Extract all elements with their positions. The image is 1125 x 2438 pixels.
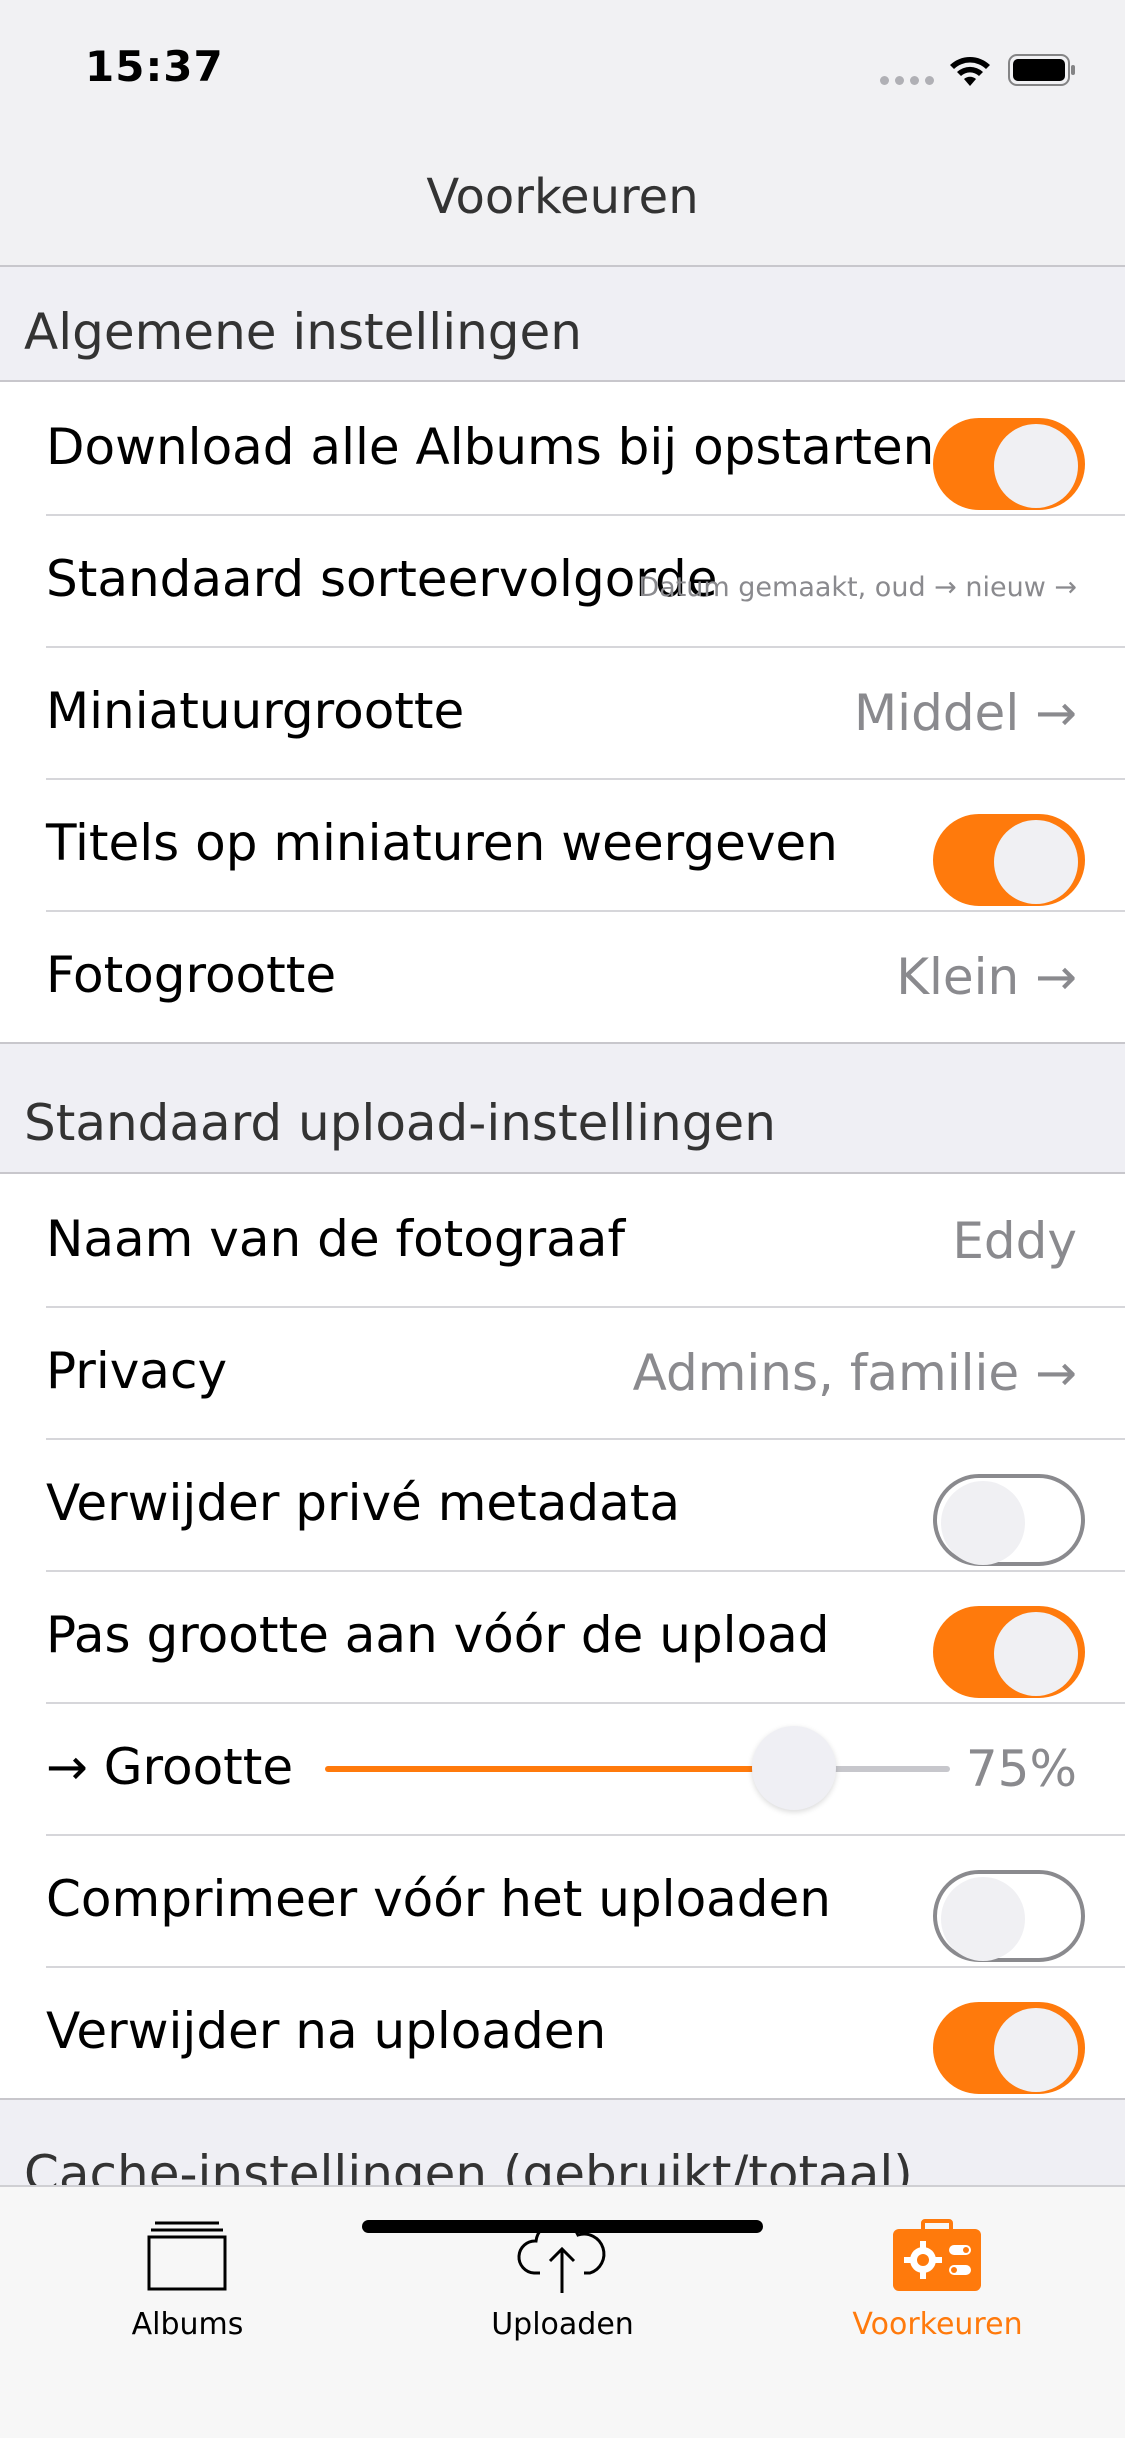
thumbnail-titles-toggle[interactable] bbox=[933, 814, 1085, 906]
setting-row-photo-size[interactable]: Fotogrootte Klein → bbox=[0, 910, 1125, 1042]
setting-label: Titels op miniaturen weergeven bbox=[46, 814, 838, 872]
setting-row-photographer-name[interactable]: Naam van de fotograaf Eddy bbox=[0, 1174, 1125, 1306]
setting-label: Naam van de fotograaf bbox=[46, 1210, 626, 1268]
setting-row-resize-amount: → Grootte 75% bbox=[0, 1702, 1125, 1834]
setting-row-thumbnail-titles[interactable]: Titels op miniaturen weergeven bbox=[0, 778, 1125, 910]
setting-label: Verwijder privé metadata bbox=[46, 1474, 681, 1532]
setting-label: Verwijder na uploaden bbox=[46, 2002, 607, 2060]
wifi-icon bbox=[950, 57, 990, 86]
download-albums-toggle[interactable] bbox=[933, 418, 1085, 510]
setting-label: Pas grootte aan vóór de upload bbox=[46, 1606, 830, 1664]
setting-row-resize-before-upload[interactable]: Pas grootte aan vóór de upload bbox=[0, 1570, 1125, 1702]
section-header-general: Algemene instellingen bbox=[24, 303, 582, 361]
setting-label: Standaard sorteervolgorde bbox=[46, 550, 718, 608]
tab-bar: Albums Uploaden Voorkeuren bbox=[0, 2185, 1125, 2438]
tab-label: Albums bbox=[131, 2307, 244, 2342]
cellular-signal-icon bbox=[880, 76, 934, 85]
general-settings-group: Download alle Albums bij opstarten Stand… bbox=[0, 380, 1125, 1044]
slider-fill bbox=[325, 1766, 794, 1772]
setting-row-compress[interactable]: Comprimeer vóór het uploaden bbox=[0, 1834, 1125, 1966]
status-time: 15:37 bbox=[85, 42, 224, 91]
setting-label: → Grootte bbox=[46, 1738, 294, 1796]
section-header-upload: Standaard upload-instellingen bbox=[24, 1094, 776, 1152]
resize-slider[interactable] bbox=[325, 1726, 950, 1810]
setting-label: Fotogrootte bbox=[46, 946, 337, 1004]
setting-row-privacy[interactable]: Privacy Admins, familie → bbox=[0, 1306, 1125, 1438]
setting-label: Privacy bbox=[46, 1342, 228, 1400]
upload-settings-group: Naam van de fotograaf Eddy Privacy Admin… bbox=[0, 1172, 1125, 2100]
battery-icon bbox=[1008, 54, 1075, 86]
setting-row-sort-order[interactable]: Standaard sorteervolgorde Datum gemaakt,… bbox=[0, 514, 1125, 646]
resize-amount-value: 75% bbox=[965, 1740, 1077, 1798]
setting-label: Miniatuurgrootte bbox=[46, 682, 465, 740]
page-title: Voorkeuren bbox=[426, 169, 699, 225]
status-bar: 15:37 bbox=[0, 0, 1125, 135]
sort-order-value: Datum gemaakt, oud → nieuw → bbox=[638, 572, 1077, 603]
resize-before-upload-toggle[interactable] bbox=[933, 1606, 1085, 1698]
photo-size-value: Klein → bbox=[896, 948, 1077, 1006]
setting-label: Download alle Albums bij opstarten bbox=[46, 418, 935, 476]
setting-row-download-albums[interactable]: Download alle Albums bij opstarten bbox=[0, 382, 1125, 514]
navigation-bar: Voorkeuren bbox=[0, 135, 1125, 267]
setting-row-thumbnail-size[interactable]: Miniatuurgrootte Middel → bbox=[0, 646, 1125, 778]
strip-metadata-toggle[interactable] bbox=[933, 1474, 1085, 1566]
setting-label: Comprimeer vóór het uploaden bbox=[46, 1870, 831, 1928]
compress-toggle[interactable] bbox=[933, 1870, 1085, 1962]
photographer-name-field[interactable]: Eddy bbox=[952, 1212, 1077, 1270]
tab-upload[interactable]: Uploaden bbox=[375, 2187, 750, 2387]
setting-row-strip-metadata[interactable]: Verwijder privé metadata bbox=[0, 1438, 1125, 1570]
settings-toolbox-icon bbox=[893, 2219, 981, 2291]
delete-after-upload-toggle[interactable] bbox=[933, 2002, 1085, 2094]
tab-label: Voorkeuren bbox=[852, 2307, 1023, 2342]
tab-albums[interactable]: Albums bbox=[0, 2187, 375, 2387]
tab-label: Uploaden bbox=[491, 2307, 634, 2342]
tab-preferences[interactable]: Voorkeuren bbox=[750, 2187, 1125, 2387]
albums-icon bbox=[147, 2221, 227, 2291]
thumbnail-size-value: Middel → bbox=[854, 684, 1077, 742]
privacy-value: Admins, familie → bbox=[632, 1344, 1077, 1402]
setting-row-delete-after-upload[interactable]: Verwijder na uploaden bbox=[0, 1966, 1125, 2098]
slider-thumb[interactable] bbox=[751, 1726, 836, 1810]
home-indicator bbox=[362, 2220, 763, 2233]
